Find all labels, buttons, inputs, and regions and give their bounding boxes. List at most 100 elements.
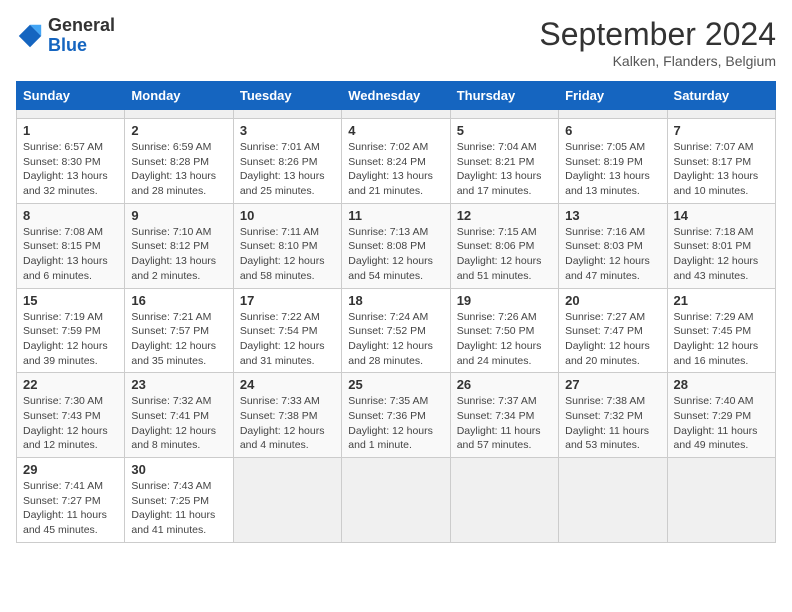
day-number: 27 (565, 377, 660, 392)
day-detail: Sunrise: 7:26 AMSunset: 7:50 PMDaylight:… (457, 310, 552, 369)
day-cell: 15Sunrise: 7:19 AMSunset: 7:59 PMDayligh… (17, 288, 125, 373)
day-cell: 16 Sunrise: 7:21 AMSunset: 7:57 PMDayligh… (125, 288, 233, 373)
day-cell (342, 458, 450, 543)
day-number: 11 (348, 208, 443, 223)
day-number: 1 (23, 123, 118, 138)
day-cell (450, 110, 558, 119)
day-detail: Sunrise: 7:33 AMSunset: 7:38 PMDaylight:… (240, 394, 335, 453)
day-cell: 19 Sunrise: 7:26 AMSunset: 7:50 PMDayligh… (450, 288, 558, 373)
day-cell: 6 Sunrise: 7:05 AMSunset: 8:19 PMDaylight… (559, 119, 667, 204)
logo: General Blue (16, 16, 115, 56)
day-cell: 17Sunrise: 7:22 AMSunset: 7:54 PMDayligh… (233, 288, 341, 373)
day-cell: 4 Sunrise: 7:02 AMSunset: 8:24 PMDaylight… (342, 119, 450, 204)
day-cell (17, 110, 125, 119)
day-detail: Sunrise: 6:59 AMSunset: 8:28 PMDaylight:… (131, 140, 226, 199)
day-cell (667, 110, 775, 119)
day-number: 2 (131, 123, 226, 138)
day-number: 14 (674, 208, 769, 223)
week-row-4: 15Sunrise: 7:19 AMSunset: 7:59 PMDayligh… (17, 288, 776, 373)
day-cell: 20Sunrise: 7:27 AMSunset: 7:47 PMDayligh… (559, 288, 667, 373)
month-title: September 2024 (539, 16, 776, 53)
day-cell: 2 Sunrise: 6:59 AMSunset: 8:28 PMDaylight… (125, 119, 233, 204)
title-area: September 2024 Kalken, Flanders, Belgium (539, 16, 776, 69)
week-row-5: 22Sunrise: 7:30 AMSunset: 7:43 PMDayligh… (17, 373, 776, 458)
day-header-friday: Friday (559, 82, 667, 110)
day-number: 16 (131, 293, 226, 308)
day-cell (559, 110, 667, 119)
day-cell: 5Sunrise: 7:04 AMSunset: 8:21 PMDaylight… (450, 119, 558, 204)
day-cell: 9 Sunrise: 7:10 AMSunset: 8:12 PMDaylight… (125, 203, 233, 288)
day-number: 21 (674, 293, 769, 308)
week-row-1 (17, 110, 776, 119)
day-number: 17 (240, 293, 335, 308)
day-cell: 7 Sunrise: 7:07 AMSunset: 8:17 PMDaylight… (667, 119, 775, 204)
day-detail: Sunrise: 7:41 AMSunset: 7:27 PMDaylight:… (23, 479, 118, 538)
day-detail: Sunrise: 7:24 AMSunset: 7:52 PMDaylight:… (348, 310, 443, 369)
day-cell (450, 458, 558, 543)
logo-icon (16, 22, 44, 50)
day-number: 29 (23, 462, 118, 477)
logo-blue-text: Blue (48, 35, 87, 55)
day-cell: 8 Sunrise: 7:08 AMSunset: 8:15 PMDaylight… (17, 203, 125, 288)
day-header-tuesday: Tuesday (233, 82, 341, 110)
day-number: 12 (457, 208, 552, 223)
day-detail: Sunrise: 6:57 AMSunset: 8:30 PMDaylight:… (23, 140, 118, 199)
day-header-saturday: Saturday (667, 82, 775, 110)
week-row-3: 8 Sunrise: 7:08 AMSunset: 8:15 PMDaylight… (17, 203, 776, 288)
day-detail: Sunrise: 7:05 AMSunset: 8:19 PMDaylight:… (565, 140, 660, 199)
day-header-sunday: Sunday (17, 82, 125, 110)
day-cell: 30 Sunrise: 7:43 AMSunset: 7:25 PMDayligh… (125, 458, 233, 543)
day-number: 22 (23, 377, 118, 392)
day-detail: Sunrise: 7:35 AMSunset: 7:36 PMDaylight:… (348, 394, 443, 453)
day-header-monday: Monday (125, 82, 233, 110)
day-cell: 13Sunrise: 7:16 AMSunset: 8:03 PMDayligh… (559, 203, 667, 288)
day-number: 25 (348, 377, 443, 392)
day-number: 19 (457, 293, 552, 308)
day-detail: Sunrise: 7:07 AMSunset: 8:17 PMDaylight:… (674, 140, 769, 199)
day-cell: 28Sunrise: 7:40 AMSunset: 7:29 PMDayligh… (667, 373, 775, 458)
day-cell: 1 Sunrise: 6:57 AMSunset: 8:30 PMDaylight… (17, 119, 125, 204)
day-detail: Sunrise: 7:40 AMSunset: 7:29 PMDaylight:… (674, 394, 769, 453)
day-number: 10 (240, 208, 335, 223)
header: General Blue September 2024 Kalken, Flan… (16, 16, 776, 69)
day-number: 23 (131, 377, 226, 392)
day-cell: 14 Sunrise: 7:18 AMSunset: 8:01 PMDayligh… (667, 203, 775, 288)
day-cell: 21 Sunrise: 7:29 AMSunset: 7:45 PMDayligh… (667, 288, 775, 373)
day-detail: Sunrise: 7:10 AMSunset: 8:12 PMDaylight:… (131, 225, 226, 284)
day-detail: Sunrise: 7:16 AMSunset: 8:03 PMDaylight:… (565, 225, 660, 284)
day-cell (667, 458, 775, 543)
day-detail: Sunrise: 7:18 AMSunset: 8:01 PMDaylight:… (674, 225, 769, 284)
day-number: 18 (348, 293, 443, 308)
calendar-table: SundayMondayTuesdayWednesdayThursdayFrid… (16, 81, 776, 543)
day-header-thursday: Thursday (450, 82, 558, 110)
day-detail: Sunrise: 7:21 AMSunset: 7:57 PMDaylight:… (131, 310, 226, 369)
day-detail: Sunrise: 7:01 AMSunset: 8:26 PMDaylight:… (240, 140, 335, 199)
day-detail: Sunrise: 7:08 AMSunset: 8:15 PMDaylight:… (23, 225, 118, 284)
day-detail: Sunrise: 7:43 AMSunset: 7:25 PMDaylight:… (131, 479, 226, 538)
day-detail: Sunrise: 7:29 AMSunset: 7:45 PMDaylight:… (674, 310, 769, 369)
day-number: 30 (131, 462, 226, 477)
day-detail: Sunrise: 7:27 AMSunset: 7:47 PMDaylight:… (565, 310, 660, 369)
day-cell (559, 458, 667, 543)
day-number: 26 (457, 377, 552, 392)
day-detail: Sunrise: 7:11 AMSunset: 8:10 PMDaylight:… (240, 225, 335, 284)
week-row-6: 29 Sunrise: 7:41 AMSunset: 7:27 PMDayligh… (17, 458, 776, 543)
day-cell: 18 Sunrise: 7:24 AMSunset: 7:52 PMDayligh… (342, 288, 450, 373)
day-detail: Sunrise: 7:19 AMSunset: 7:59 PMDaylight:… (23, 310, 118, 369)
day-number: 7 (674, 123, 769, 138)
day-cell: 25 Sunrise: 7:35 AMSunset: 7:36 PMDayligh… (342, 373, 450, 458)
day-detail: Sunrise: 7:02 AMSunset: 8:24 PMDaylight:… (348, 140, 443, 199)
day-detail: Sunrise: 7:38 AMSunset: 7:32 PMDaylight:… (565, 394, 660, 453)
logo-general-text: General (48, 15, 115, 35)
day-cell: 11Sunrise: 7:13 AMSunset: 8:08 PMDayligh… (342, 203, 450, 288)
day-cell: 10 Sunrise: 7:11 AMSunset: 8:10 PMDayligh… (233, 203, 341, 288)
day-cell: 23Sunrise: 7:32 AMSunset: 7:41 PMDayligh… (125, 373, 233, 458)
day-number: 6 (565, 123, 660, 138)
week-row-2: 1 Sunrise: 6:57 AMSunset: 8:30 PMDaylight… (17, 119, 776, 204)
day-detail: Sunrise: 7:37 AMSunset: 7:34 PMDaylight:… (457, 394, 552, 453)
day-cell: 27 Sunrise: 7:38 AMSunset: 7:32 PMDayligh… (559, 373, 667, 458)
day-number: 9 (131, 208, 226, 223)
day-cell: 22Sunrise: 7:30 AMSunset: 7:43 PMDayligh… (17, 373, 125, 458)
day-number: 8 (23, 208, 118, 223)
day-number: 4 (348, 123, 443, 138)
